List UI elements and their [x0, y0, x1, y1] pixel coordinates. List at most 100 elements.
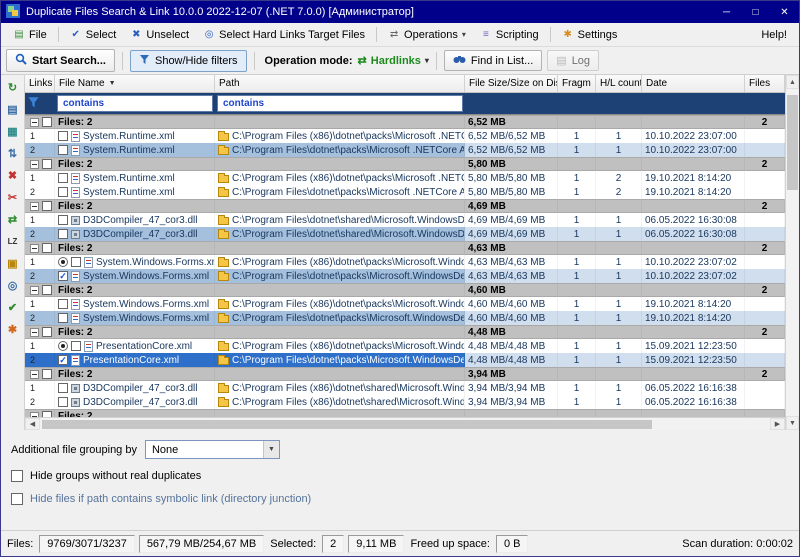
menu-item-operations[interactable]: ⇄Operations▾ — [382, 27, 472, 43]
group-checkbox[interactable] — [42, 201, 52, 211]
target-icon[interactable]: ◎ — [5, 278, 21, 293]
collapse-icon[interactable] — [30, 202, 39, 211]
path-filter-input[interactable]: contains — [217, 95, 463, 112]
menu-item-scripting[interactable]: ≡Scripting — [474, 27, 545, 43]
scroll-left-icon[interactable]: ◀ — [25, 418, 40, 430]
titlebar[interactable]: Duplicate Files Search & Link 10.0.0 202… — [1, 1, 799, 23]
file-checkbox[interactable] — [58, 229, 68, 239]
select-check-icon[interactable]: ✔ — [5, 300, 21, 315]
scroll-down-icon[interactable]: ▼ — [786, 416, 799, 430]
file-checkbox[interactable] — [58, 313, 68, 323]
file-row[interactable]: 1PresentationCore.xmlC:\Program Files (x… — [25, 339, 785, 353]
file-checkbox[interactable] — [58, 383, 68, 393]
file-checkbox[interactable] — [58, 397, 68, 407]
report-icon[interactable]: ▤ — [5, 102, 21, 117]
folder-ops-icon[interactable]: ▣ — [5, 256, 21, 271]
group-checkbox[interactable] — [42, 243, 52, 253]
hardlink-target-icon[interactable] — [58, 257, 68, 267]
file-row[interactable]: 2System.Runtime.xmlC:\Program Files\dotn… — [25, 143, 785, 157]
collapse-icon[interactable] — [30, 328, 39, 337]
find-in-list-button[interactable]: Find in List... — [444, 50, 542, 71]
group-checkbox[interactable] — [42, 117, 52, 127]
group-checkbox[interactable] — [42, 369, 52, 379]
collapse-icon[interactable] — [30, 244, 39, 253]
hide-symlink-checkbox[interactable] — [11, 493, 23, 505]
export-icon[interactable]: ▦ — [5, 124, 21, 139]
collapse-icon[interactable] — [30, 118, 39, 127]
vertical-scroll-track[interactable] — [786, 89, 799, 416]
group-row[interactable]: Files: 26,52 MB2 — [25, 115, 785, 129]
settings-icon[interactable]: ✱ — [5, 322, 21, 337]
group-row[interactable]: Files: 24,69 MB2 — [25, 199, 785, 213]
file-checkbox[interactable] — [58, 215, 68, 225]
file-row[interactable]: 2System.Runtime.xmlC:\Program Files\dotn… — [25, 185, 785, 199]
refresh-icon[interactable]: ↻ — [5, 80, 21, 95]
file-checkbox[interactable] — [58, 187, 68, 197]
column-header-links[interactable]: Links — [25, 75, 55, 92]
column-header-path[interactable]: Path — [215, 75, 465, 92]
scroll-right-icon[interactable]: ▶ — [770, 418, 785, 430]
collapse-icon[interactable] — [30, 160, 39, 169]
column-header-date[interactable]: Date — [642, 75, 745, 92]
grouping-select[interactable]: None ▼ — [145, 440, 280, 459]
menu-item-file[interactable]: ▤File — [7, 27, 53, 43]
horizontal-scroll-thumb[interactable] — [42, 420, 652, 429]
collapse-icon[interactable] — [30, 286, 39, 295]
scroll-up-icon[interactable]: ▲ — [786, 75, 799, 89]
collapse-icon[interactable] — [30, 412, 39, 418]
collapse-icon[interactable] — [30, 370, 39, 379]
file-row[interactable]: 1System.Windows.Forms.xmlC:\Program File… — [25, 297, 785, 311]
group-row[interactable]: Files: 24,63 MB2 — [25, 241, 785, 255]
group-checkbox[interactable] — [42, 327, 52, 337]
file-checkbox[interactable] — [58, 173, 68, 183]
hide-groups-checkbox[interactable] — [11, 470, 23, 482]
show-hide-filters-button[interactable]: Show/Hide filters — [130, 50, 247, 72]
start-search-button[interactable]: Start Search... — [6, 49, 115, 72]
file-row[interactable]: 1D3DCompiler_47_cor3.dllC:\Program Files… — [25, 381, 785, 395]
file-row[interactable]: 2PresentationCore.xmlC:\Program Files\do… — [25, 353, 785, 367]
minimize-button[interactable]: ─ — [712, 1, 741, 23]
operation-mode-selector[interactable]: ⇄ Hardlinks ▾ — [358, 54, 429, 67]
horizontal-scrollbar[interactable]: ◀ ▶ — [25, 417, 785, 430]
vertical-scrollbar[interactable]: ▲ ▼ — [785, 75, 799, 430]
cut-icon[interactable]: ✂ — [5, 190, 21, 205]
file-checkbox[interactable] — [71, 341, 81, 351]
group-row[interactable]: Files: 24,60 MB2 — [25, 283, 785, 297]
menu-item-select[interactable]: ✔Select — [64, 27, 123, 43]
file-row[interactable]: 2D3DCompiler_47_cor3.dllC:\Program Files… — [25, 227, 785, 241]
file-checkbox[interactable] — [58, 299, 68, 309]
hide-symlink-option[interactable]: Hide files if path contains symbolic lin… — [11, 493, 789, 505]
group-checkbox[interactable] — [42, 159, 52, 169]
file-row[interactable]: 2System.Windows.Forms.xmlC:\Program File… — [25, 269, 785, 283]
file-checkbox[interactable] — [58, 271, 68, 281]
file-row[interactable]: 1System.Runtime.xmlC:\Program Files (x86… — [25, 171, 785, 185]
hide-groups-option[interactable]: Hide groups without real duplicates — [11, 470, 789, 482]
file-row[interactable]: 1System.Runtime.xmlC:\Program Files (x86… — [25, 129, 785, 143]
hardlink-target-icon[interactable] — [58, 341, 68, 351]
delete-icon[interactable]: ✖ — [5, 168, 21, 183]
file-checkbox[interactable] — [58, 145, 68, 155]
file-name-filter-input[interactable]: contains — [57, 95, 213, 112]
log-button[interactable]: ▤ Log — [547, 50, 599, 71]
group-row[interactable]: Files: 24,48 MB2 — [25, 325, 785, 339]
file-checkbox[interactable] — [58, 131, 68, 141]
group-row[interactable]: Files: 25,80 MB2 — [25, 157, 785, 171]
column-header-fragm[interactable]: Fragm — [558, 75, 596, 92]
file-checkbox[interactable] — [71, 257, 81, 267]
vertical-scroll-thumb[interactable] — [787, 95, 798, 190]
column-header-files[interactable]: Files — [745, 75, 785, 92]
group-row[interactable]: Files: 2 — [25, 409, 785, 417]
file-checkbox[interactable] — [58, 355, 68, 365]
hardlink-icon[interactable]: ⇄ — [5, 212, 21, 227]
menu-item-help[interactable]: Help! — [755, 27, 793, 43]
file-row[interactable]: 2System.Windows.Forms.xmlC:\Program File… — [25, 311, 785, 325]
compress-lz-icon[interactable]: LZ — [5, 234, 21, 249]
column-header-file-name[interactable]: File Name ▼ — [55, 75, 215, 92]
column-header-size[interactable]: File Size/Size on Disk — [465, 75, 558, 92]
group-checkbox[interactable] — [42, 285, 52, 295]
menu-item-unselect[interactable]: ✖Unselect — [124, 27, 195, 43]
menu-item-settings[interactable]: ✱Settings — [556, 27, 624, 43]
move-files-icon[interactable]: ⇅ — [5, 146, 21, 161]
group-row[interactable]: Files: 23,94 MB2 — [25, 367, 785, 381]
menu-item-select-hard-links-target-files[interactable]: ◎Select Hard Links Target Files — [197, 27, 371, 43]
